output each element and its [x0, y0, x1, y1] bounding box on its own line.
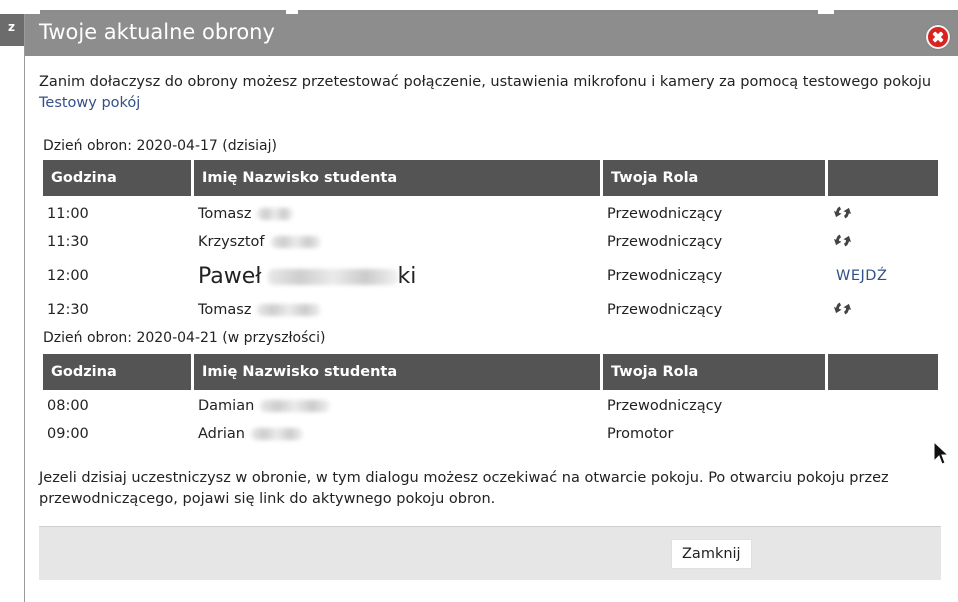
row-action: [828, 203, 939, 223]
day-header: Dzień obron: 2020-04-17 (dzisiaj): [39, 135, 943, 157]
student-name: Damian: [198, 398, 255, 414]
blurred-surname: [257, 304, 322, 316]
dialog-titlebar[interactable]: Twoje aktualne obrony: [25, 14, 958, 56]
defenses-dialog: Twoje aktualne obrony Zanim dołaczysz do…: [24, 14, 958, 602]
refresh-icon[interactable]: [834, 231, 851, 249]
intro-text-body: Zanim dołaczysz do obrony możesz przetes…: [39, 74, 932, 90]
intro-text: Zanim dołaczysz do obrony możesz przetes…: [39, 72, 944, 114]
enter-room-link[interactable]: WEJDŹ: [836, 268, 887, 284]
table-row: 12:30 Tomasz Przewodniczący: [43, 299, 939, 321]
dialog-title: Twoje aktualne obrony: [39, 20, 275, 44]
day-header: Dzień obron: 2020-04-21 (w przyszłości): [39, 327, 943, 349]
table-row: 12:00 Paweł ki Przewodniczący WEJDŹ: [43, 259, 939, 293]
row-role: Promotor: [607, 426, 674, 442]
blurred-surname: [257, 208, 294, 220]
blurred-surname: [270, 236, 321, 248]
row-action: [828, 231, 939, 251]
test-room-link[interactable]: Testowy pokój: [39, 95, 140, 111]
mouse-cursor-icon: [933, 441, 950, 465]
row-time: 12:00: [47, 268, 89, 284]
column-header-action: [828, 354, 938, 390]
student-name: Paweł: [198, 263, 262, 289]
student-name: Adrian: [198, 426, 245, 442]
row-role: Przewodniczący: [607, 234, 723, 250]
row-role: Przewodniczący: [607, 398, 723, 414]
close-button[interactable]: Zamknij: [671, 539, 752, 569]
row-role: Przewodniczący: [607, 302, 723, 318]
student-name: Tomasz: [198, 302, 252, 318]
row-role: Przewodniczący: [607, 206, 723, 222]
column-header-action: [828, 160, 938, 196]
table-header: Godzina Imię Nazwisko studenta Twoja Rol…: [43, 160, 939, 196]
table-row: 08:00 Damian Przewodniczący: [43, 395, 939, 417]
table-row: 11:30 Krzysztof Przewodniczący: [43, 231, 939, 253]
row-student: Adrian: [194, 426, 603, 442]
row-time: 11:30: [47, 234, 89, 250]
row-action: WEJDŹ: [828, 268, 939, 284]
student-name: Tomasz: [198, 206, 252, 222]
student-name: Krzysztof: [198, 234, 265, 250]
table-row: 09:00 Adrian Promotor: [43, 423, 939, 445]
row-time: 09:00: [47, 426, 89, 442]
row-time: 12:30: [47, 302, 89, 318]
row-student: Tomasz: [194, 206, 603, 222]
blurred-surname: [260, 400, 331, 412]
column-header-student: Imię Nazwisko studenta: [194, 354, 600, 390]
column-header-time: Godzina: [43, 160, 191, 196]
row-time: 11:00: [47, 206, 89, 222]
waiting-note: Jezeli dzisiaj uczestniczysz w obronie, …: [39, 470, 889, 507]
row-student: Damian: [194, 398, 603, 414]
refresh-icon[interactable]: [834, 299, 851, 317]
row-role: Przewodniczący: [607, 268, 723, 284]
blurred-surname: [250, 428, 303, 440]
close-icon[interactable]: [926, 25, 950, 49]
row-student: Paweł ki: [194, 264, 603, 289]
row-student: Krzysztof: [194, 234, 603, 250]
blurred-surname: [267, 268, 398, 285]
column-header-time: Godzina: [43, 354, 191, 390]
refresh-icon[interactable]: [834, 203, 851, 221]
column-header-student: Imię Nazwisko studenta: [194, 160, 600, 196]
row-time: 08:00: [47, 398, 89, 414]
row-student: Tomasz: [194, 302, 603, 318]
table-row: 11:00 Tomasz Przewodniczący: [43, 203, 939, 225]
table-header: Godzina Imię Nazwisko studenta Twoja Rol…: [43, 354, 939, 390]
row-action: [828, 299, 939, 319]
background-app-strip: [0, 0, 958, 14]
dialog-footer: Zamknij: [39, 526, 941, 580]
column-header-role: Twoja Rola: [603, 160, 825, 196]
column-header-role: Twoja Rola: [603, 354, 825, 390]
student-name-suffix: ki: [397, 263, 417, 289]
